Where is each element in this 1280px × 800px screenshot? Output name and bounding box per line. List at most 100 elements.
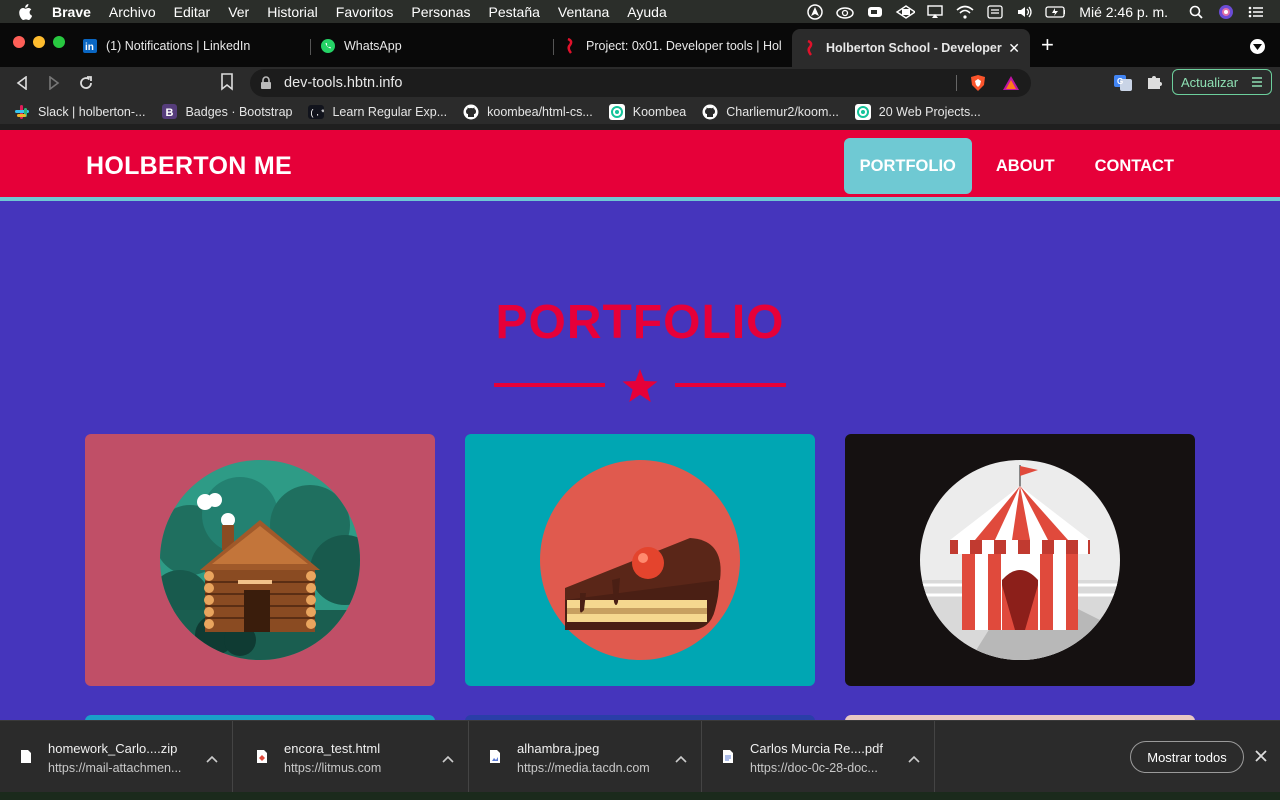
brave-rewards-icon[interactable] bbox=[1002, 75, 1020, 96]
keyboard-icon[interactable] bbox=[985, 4, 1005, 20]
site-nav: PORTFOLIO ABOUT CONTACT bbox=[836, 138, 1190, 194]
bookmark-bootstrap[interactable]: B Badges · Bootstrap bbox=[161, 104, 292, 120]
menu-ayuda[interactable]: Ayuda bbox=[627, 4, 666, 20]
lock-icon[interactable] bbox=[260, 76, 274, 90]
menu-favoritos[interactable]: Favoritos bbox=[336, 4, 394, 20]
menu-app-name[interactable]: Brave bbox=[52, 4, 91, 20]
portfolio-title: PORTFOLIO bbox=[495, 296, 785, 349]
tab-linkedin[interactable]: in (1) Notifications | LinkedIn bbox=[82, 31, 307, 61]
bookmark-label: 20 Web Projects... bbox=[878, 104, 981, 119]
bookmark-slack[interactable]: Slack | holberton-... bbox=[14, 104, 145, 120]
site-header: HOLBERTON ME PORTFOLIO ABOUT CONTACT bbox=[0, 130, 1280, 201]
tab-separator bbox=[553, 39, 554, 55]
menu-editar[interactable]: Editar bbox=[174, 4, 211, 20]
reload-button[interactable] bbox=[76, 73, 96, 93]
chevron-up-icon[interactable] bbox=[908, 750, 920, 768]
html-file-icon bbox=[256, 749, 268, 769]
site-logo[interactable]: HOLBERTON ME bbox=[86, 152, 292, 181]
bookmark-label: Learn Regular Exp... bbox=[332, 104, 448, 119]
bookmark-page-icon[interactable] bbox=[220, 73, 234, 96]
web-page: HOLBERTON ME PORTFOLIO ABOUT CONTACT POR… bbox=[0, 130, 1280, 720]
show-all-downloads-button[interactable]: Mostrar todos bbox=[1130, 741, 1244, 773]
download-item[interactable]: encora_test.html https://litmus.com bbox=[236, 721, 469, 793]
divider-line bbox=[675, 383, 786, 387]
bookmark-regex[interactable]: (.*) Learn Regular Exp... bbox=[308, 104, 447, 120]
download-filename: encora_test.html bbox=[284, 741, 381, 756]
portfolio-card-cabin[interactable] bbox=[85, 434, 435, 686]
tab-search-button[interactable] bbox=[1250, 39, 1265, 54]
update-browser-button[interactable]: Actualizar bbox=[1172, 69, 1272, 95]
menu-pestana[interactable]: Pestaña bbox=[489, 4, 540, 20]
siri-icon[interactable] bbox=[1216, 4, 1236, 20]
control-center-icon[interactable] bbox=[1246, 4, 1266, 20]
tab-title: Project: 0x01. Developer tools | Hol bbox=[586, 39, 782, 53]
back-button[interactable] bbox=[12, 73, 32, 93]
chevron-up-icon[interactable] bbox=[206, 750, 218, 768]
translate-icon[interactable]: G bbox=[1113, 73, 1133, 98]
file-icon bbox=[20, 749, 32, 769]
brave-shields-icon[interactable] bbox=[970, 74, 986, 97]
zoom-icon[interactable] bbox=[865, 4, 885, 20]
star-icon bbox=[621, 368, 659, 409]
menu-ventana[interactable]: Ventana bbox=[558, 4, 609, 20]
omnibox-divider bbox=[956, 75, 957, 91]
tab-whatsapp[interactable]: WhatsApp bbox=[320, 31, 545, 61]
status-area: Mié 2:46 p. m. bbox=[805, 0, 1266, 23]
menu-historial[interactable]: Historial bbox=[267, 4, 318, 20]
bootstrap-icon: B bbox=[161, 104, 177, 120]
macos-menu-bar: Brave Archivo Editar Ver Historial Favor… bbox=[0, 0, 1280, 23]
portfolio-card-circus-tent[interactable] bbox=[845, 434, 1195, 686]
download-item[interactable]: alhambra.jpeg https://media.tacdn.com bbox=[469, 721, 702, 793]
creative-cloud-icon[interactable] bbox=[835, 4, 855, 20]
chevron-up-icon[interactable] bbox=[442, 750, 454, 768]
nav-contact[interactable]: CONTACT bbox=[1079, 138, 1190, 194]
tab-title: Holberton School - Developer t bbox=[826, 41, 1003, 55]
navigation-icon[interactable] bbox=[805, 3, 825, 20]
spotlight-search-icon[interactable] bbox=[1186, 4, 1206, 20]
bookmark-github-koombea[interactable]: koombea/html-cs... bbox=[463, 104, 593, 120]
close-icon[interactable] bbox=[1255, 749, 1267, 767]
volume-icon[interactable] bbox=[1015, 4, 1035, 20]
portfolio-card-cake[interactable] bbox=[465, 434, 815, 686]
new-tab-button[interactable]: + bbox=[1041, 34, 1054, 56]
download-filename: alhambra.jpeg bbox=[517, 741, 600, 756]
bookmark-koombea[interactable]: Koombea bbox=[608, 103, 686, 120]
wifi-icon[interactable] bbox=[955, 4, 975, 20]
airplay-icon[interactable] bbox=[925, 4, 945, 20]
url-text[interactable]: dev-tools.hbtn.info bbox=[284, 75, 403, 91]
tab-separator bbox=[310, 39, 311, 55]
close-window-button[interactable] bbox=[13, 36, 25, 48]
hamburger-menu-icon[interactable] bbox=[1251, 76, 1263, 91]
address-bar[interactable]: dev-tools.hbtn.info bbox=[250, 69, 1031, 97]
bookmark-web-projects[interactable]: 20 Web Projects... bbox=[854, 103, 981, 120]
menu-clock[interactable]: Mié 2:46 p. m. bbox=[1079, 4, 1168, 20]
download-item[interactable]: Carlos Murcia Re....pdf https://doc-0c-2… bbox=[702, 721, 935, 793]
forward-button[interactable] bbox=[44, 73, 64, 93]
menu-ver[interactable]: Ver bbox=[228, 4, 249, 20]
extensions-icon[interactable] bbox=[1145, 73, 1163, 96]
title-divider bbox=[494, 368, 786, 404]
minimize-window-button[interactable] bbox=[33, 36, 45, 48]
menu-archivo[interactable]: Archivo bbox=[109, 4, 156, 20]
close-tab-icon[interactable]: ✕ bbox=[1008, 40, 1020, 57]
nav-about[interactable]: ABOUT bbox=[980, 138, 1071, 194]
chevron-up-icon[interactable] bbox=[675, 750, 687, 768]
svg-text:in: in bbox=[85, 42, 94, 53]
download-filename: Carlos Murcia Re....pdf bbox=[750, 741, 883, 756]
apple-icon[interactable] bbox=[18, 3, 36, 20]
bookmark-github-charliemur[interactable]: Charliemur2/koom... bbox=[702, 104, 839, 120]
koombea-icon bbox=[854, 103, 871, 120]
browser-toolbar: dev-tools.hbtn.info G Actualizar bbox=[0, 67, 1280, 99]
github-icon bbox=[702, 104, 718, 120]
zoom-window-button[interactable] bbox=[53, 36, 65, 48]
download-filename: homework_Carlo....zip bbox=[48, 741, 178, 756]
svg-text:G: G bbox=[1117, 77, 1123, 86]
tab-holberton-active[interactable]: Holberton School - Developer t ✕ bbox=[792, 29, 1030, 67]
nav-portfolio[interactable]: PORTFOLIO bbox=[843, 138, 972, 194]
tab-holberton-project[interactable]: Project: 0x01. Developer tools | Hol bbox=[562, 31, 786, 61]
download-source: https://doc-0c-28-doc... bbox=[750, 761, 878, 775]
download-item[interactable]: homework_Carlo....zip https://mail-attac… bbox=[0, 721, 233, 793]
battery-icon[interactable] bbox=[1045, 4, 1066, 20]
menu-personas[interactable]: Personas bbox=[411, 4, 470, 20]
vpn-icon[interactable] bbox=[895, 4, 916, 20]
